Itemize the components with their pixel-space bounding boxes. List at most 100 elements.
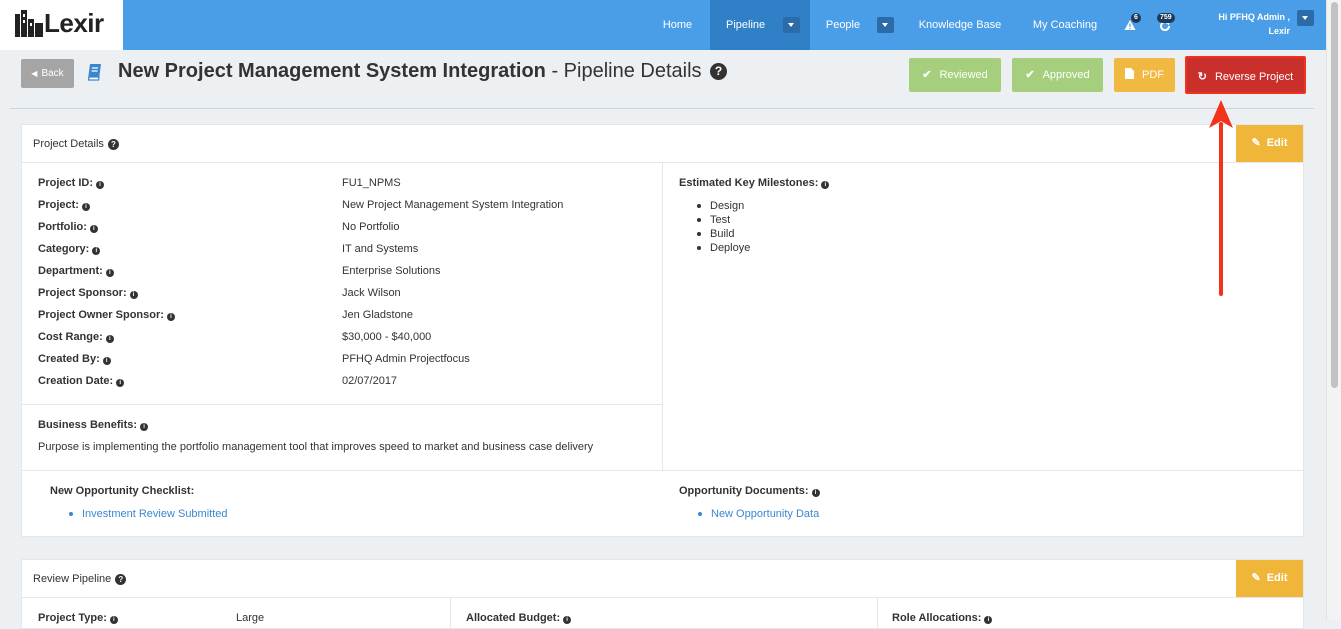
list-item: Design: [694, 199, 750, 213]
project-details-title: Project Details: [33, 138, 104, 150]
project-type-label-text: Project Type:: [38, 612, 107, 624]
reverse-project-button-label: Reverse Project: [1214, 71, 1294, 83]
field-label: Created By: i: [38, 353, 111, 365]
panel-title: Review Pipeline?: [33, 560, 127, 598]
checklist-label: New Opportunity Checklist:: [50, 485, 195, 497]
refresh-icon: ↻: [1197, 71, 1207, 83]
reviewed-button-label: Reviewed: [939, 69, 988, 81]
field-value: PFHQ Admin Projectfocus: [342, 353, 470, 365]
info-icon[interactable]: i: [109, 616, 118, 624]
nav-knowledge-base[interactable]: Knowledge Base: [910, 0, 1010, 50]
field-value: New Project Management System Integratio…: [342, 199, 564, 211]
top-navbar: Lexir Home Pipeline People Knowledge Bas…: [0, 0, 1326, 50]
budget-label: Allocated Budget: i: [466, 612, 572, 624]
check-icon: ✔: [922, 69, 932, 81]
pipeline-dropdown-toggle[interactable]: [783, 17, 800, 33]
business-benefits-label-text: Business Benefits:: [38, 419, 138, 431]
user-menu[interactable]: Hi PFHQ Admin , Lexir: [1190, 10, 1290, 38]
page-title-project: New Project Management System Integratio…: [118, 60, 546, 82]
info-icon[interactable]: i: [129, 291, 138, 299]
help-icon[interactable]: ?: [710, 63, 728, 80]
file-icon: [1125, 68, 1134, 79]
nav-home[interactable]: Home: [651, 0, 704, 50]
field-label: Project Sponsor: i: [38, 287, 138, 299]
checklist-list: Investment Review Submitted: [66, 507, 228, 521]
edit-project-details-button[interactable]: ✎ Edit: [1236, 125, 1303, 162]
project-details-header: Project Details? ✎ Edit: [22, 125, 1303, 163]
nav-people[interactable]: People: [817, 0, 869, 50]
nav-my-coaching[interactable]: My Coaching: [1023, 0, 1107, 50]
logo[interactable]: Lexir: [0, 0, 123, 50]
list-item: Deploye: [694, 241, 750, 255]
info-icon[interactable]: i: [140, 423, 149, 431]
info-icon[interactable]: i: [105, 335, 114, 343]
documents-label: Opportunity Documents: i: [679, 485, 820, 497]
row-divider: [22, 404, 662, 405]
field-label: Project ID: i: [38, 177, 105, 189]
milestones-list: Design Test Build Deploye: [694, 199, 750, 255]
field-value: 02/07/2017: [342, 375, 398, 387]
review-pipeline-header: Review Pipeline? ✎ Edit: [22, 560, 1303, 598]
info-icon[interactable]: i: [811, 489, 820, 497]
project-type-label: Project Type: i: [38, 612, 118, 624]
updates-count-badge: 759: [1157, 13, 1175, 23]
info-icon[interactable]: i: [89, 225, 98, 233]
document-link[interactable]: New Opportunity Data: [695, 507, 819, 521]
edit-button-label: Edit: [1266, 572, 1288, 584]
field-label: Cost Range: i: [38, 331, 114, 343]
business-benefits-label: Business Benefits: i: [38, 419, 149, 431]
field-label: Project Owner Sponsor: i: [38, 309, 175, 321]
info-icon[interactable]: i: [563, 616, 572, 624]
info-icon[interactable]: i: [105, 269, 114, 277]
info-icon[interactable]: i: [96, 181, 105, 189]
info-icon[interactable]: i: [116, 379, 125, 387]
checklist-link[interactable]: Investment Review Submitted: [66, 507, 228, 521]
approved-button[interactable]: ✔ Approved: [1012, 58, 1103, 92]
help-icon[interactable]: ?: [115, 574, 127, 585]
list-item: Build: [694, 227, 750, 241]
pdf-button-label: PDF: [1142, 69, 1164, 81]
scrollbar-thumb[interactable]: [1331, 2, 1338, 388]
reviewed-button[interactable]: ✔ Reviewed: [909, 58, 1001, 92]
alerts-button[interactable]: 6: [1122, 13, 1142, 35]
field-label-text: Portfolio:: [38, 221, 87, 233]
column-divider: [450, 598, 451, 628]
info-icon[interactable]: i: [81, 203, 90, 211]
page-scrollbar[interactable]: [1326, 0, 1341, 620]
approved-button-label: Approved: [1042, 69, 1090, 81]
info-icon[interactable]: i: [102, 357, 111, 365]
back-button[interactable]: ◀ Back: [21, 59, 74, 88]
field-label-text: Project Sponsor:: [38, 287, 127, 299]
help-icon[interactable]: ?: [107, 139, 119, 150]
field-value: Jack Wilson: [342, 287, 401, 299]
documents-label-text: Opportunity Documents:: [679, 485, 809, 497]
field-value: Enterprise Solutions: [342, 265, 441, 277]
edit-review-pipeline-button[interactable]: ✎ Edit: [1236, 560, 1303, 597]
project-type-value: Large: [236, 612, 265, 624]
pdf-button[interactable]: PDF: [1114, 58, 1175, 92]
field-label: Creation Date: i: [38, 375, 125, 387]
edit-button-label: Edit: [1266, 137, 1288, 149]
info-icon[interactable]: i: [166, 313, 175, 321]
building-logo-icon: [15, 10, 43, 37]
updates-button[interactable]: 759: [1154, 13, 1175, 35]
info-icon[interactable]: i: [821, 181, 830, 189]
row-divider: [22, 470, 1305, 471]
field-value: Jen Gladstone: [342, 309, 413, 321]
review-pipeline-panel: Review Pipeline? ✎ Edit Project Type: i La…: [21, 559, 1304, 629]
field-label-text: Creation Date:: [38, 375, 114, 387]
pencil-icon: ✎: [1251, 572, 1261, 584]
user-dropdown-toggle[interactable]: [1297, 10, 1314, 26]
field-value: No Portfolio: [342, 221, 400, 233]
info-icon[interactable]: i: [92, 247, 101, 255]
logo-text: Lexir: [44, 8, 104, 38]
field-label: Project: i: [38, 199, 90, 211]
people-dropdown-toggle[interactable]: [877, 17, 894, 33]
field-value: $30,000 - $40,000: [342, 331, 432, 343]
reverse-project-button[interactable]: ↻ Reverse Project: [1185, 56, 1306, 94]
user-greeting: Hi PFHQ Admin ,: [1218, 12, 1290, 22]
field-label-text: Project ID:: [38, 177, 94, 189]
check-icon: ✔: [1025, 69, 1035, 81]
book-icon: [87, 64, 101, 81]
info-icon[interactable]: i: [984, 616, 993, 624]
